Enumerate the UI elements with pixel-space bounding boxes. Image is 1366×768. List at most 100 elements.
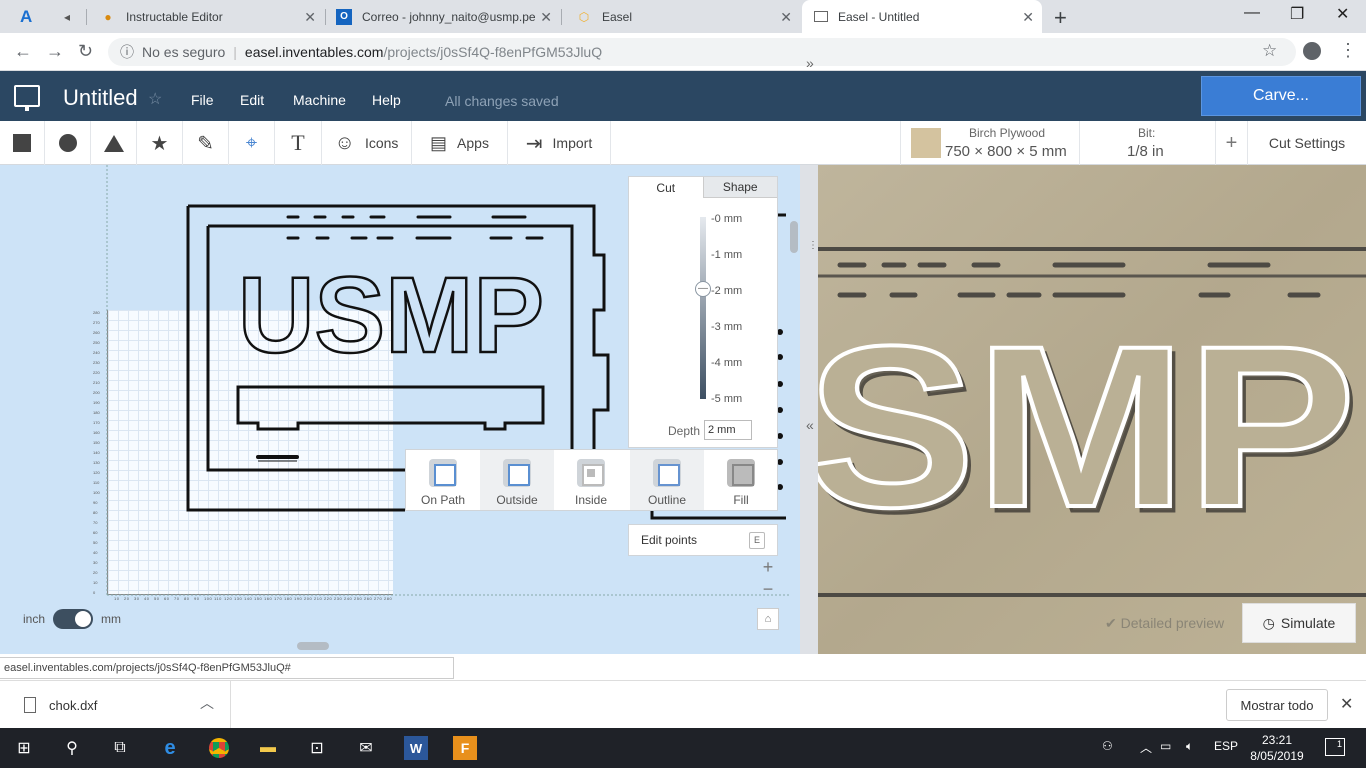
star-tool[interactable]: ★	[137, 121, 183, 165]
system-clock[interactable]: 23:21 8/05/2019	[1250, 732, 1304, 764]
panel-resize-handle-icon[interactable]: ⋮	[808, 240, 818, 251]
usmp-outline-text[interactable]: USMP	[237, 253, 546, 377]
tab-correo[interactable]: O Correo - johnny_naito@usmp.pe ✕	[324, 0, 560, 33]
close-icon[interactable]: ✕	[304, 9, 316, 26]
close-icon[interactable]: ✕	[1340, 694, 1353, 714]
download-item[interactable]: chok.dxf	[24, 697, 97, 713]
unit-toggle[interactable]: inch mm	[23, 609, 121, 629]
language-indicator[interactable]: ESP	[1214, 739, 1238, 753]
cut-inside-button[interactable]: Inside	[554, 450, 628, 510]
easel-logo-icon[interactable]	[14, 85, 40, 111]
clock-date: 8/05/2019	[1250, 749, 1304, 763]
triangle-tool[interactable]	[91, 121, 137, 165]
horizontal-scrollbar[interactable]	[297, 642, 329, 650]
depth-slider[interactable]	[700, 217, 706, 399]
tray-chevron-icon[interactable]: ︿	[1140, 739, 1152, 756]
forward-icon[interactable]: →	[46, 41, 64, 62]
info-icon[interactable]: ⓘ	[120, 42, 134, 62]
depth-slider-knob[interactable]: —	[695, 281, 711, 297]
bookmark-star-icon[interactable]: ☆	[1262, 41, 1277, 61]
menu-help[interactable]: Help	[372, 92, 401, 108]
app-header: Untitled ☆ File Edit Machine Help All ch…	[0, 71, 1366, 121]
tab-cut[interactable]: Cut	[629, 177, 703, 198]
omnibox[interactable]: ⓘ No es seguro | easel.inventables.com/p…	[108, 38, 1296, 66]
detailed-preview-toggle[interactable]: ✔ Detailed preview	[1105, 615, 1224, 632]
word-icon[interactable]: W	[404, 736, 428, 760]
show-all-button[interactable]: Mostrar todo	[1226, 689, 1328, 721]
material-selector[interactable]: Birch Plywood 750 × 800 × 5 mm	[900, 121, 1080, 165]
home-view-button[interactable]: ⌂	[757, 608, 779, 630]
tab-shape[interactable]: Shape	[702, 177, 777, 198]
icons-button[interactable]: ☺ Icons	[322, 121, 412, 165]
reload-icon[interactable]: ↻	[78, 41, 93, 62]
mail-icon[interactable]: ✉	[354, 736, 378, 760]
store-icon[interactable]: ⊡	[305, 736, 329, 760]
tab-audio[interactable]: ◂	[48, 0, 84, 33]
restore-icon[interactable]: ❐	[1290, 4, 1304, 24]
windows-start-icon[interactable]: ⊞	[12, 736, 36, 760]
tab-easel-untitled[interactable]: Easel - Untitled ✕	[802, 0, 1042, 33]
cut-on-path-button[interactable]: On Path	[406, 450, 480, 510]
task-view-icon[interactable]: ⧉	[108, 736, 132, 760]
depth-tick: -3 mm	[711, 321, 743, 333]
zoom-in-button[interactable]: +	[757, 557, 779, 579]
chrome-menu-icon[interactable]: ⋮	[1339, 40, 1357, 61]
search-icon[interactable]: ⚲	[60, 736, 84, 760]
cut-outline-button[interactable]: Outline	[630, 450, 704, 510]
collapse-right-icon[interactable]: »	[806, 55, 814, 71]
carve-preview[interactable]: SMP SMP	[818, 165, 1366, 654]
notification-icon[interactable]: 1	[1325, 738, 1345, 756]
fusion-icon[interactable]: F	[453, 736, 477, 760]
edge-icon[interactable]: e	[158, 736, 182, 760]
zoom-out-button[interactable]: −	[757, 579, 779, 601]
menu-machine[interactable]: Machine	[293, 92, 346, 108]
edit-points-button[interactable]: Edit points E	[628, 524, 778, 556]
material-swatch	[911, 128, 941, 158]
minimize-icon[interactable]: —	[1244, 4, 1260, 22]
close-icon[interactable]: ✕	[780, 9, 792, 26]
square-tool[interactable]	[0, 121, 45, 165]
close-icon[interactable]: ✕	[1022, 9, 1034, 26]
simulate-button[interactable]: ◷ Simulate	[1242, 603, 1356, 643]
circle-tool[interactable]	[45, 121, 91, 165]
add-bit-button[interactable]: +	[1216, 121, 1248, 165]
carve-button[interactable]: Carve...	[1201, 76, 1361, 116]
cut-fill-button[interactable]: Fill	[704, 450, 778, 510]
cut-settings-button[interactable]: Cut Settings	[1248, 121, 1366, 165]
new-tab-button[interactable]: +	[1054, 5, 1067, 31]
text-tool[interactable]: T	[275, 121, 322, 165]
unit-switch[interactable]	[53, 609, 94, 629]
collapse-left-icon[interactable]: «	[806, 417, 814, 433]
bit-selector[interactable]: Bit: 1/8 in	[1080, 121, 1216, 165]
chrome-icon[interactable]	[207, 736, 231, 760]
vertical-scrollbar[interactable]	[790, 221, 798, 253]
depth-input[interactable]: 2 mm	[704, 420, 752, 440]
profile-icon[interactable]	[1303, 42, 1321, 60]
project-title[interactable]: Untitled	[63, 85, 138, 111]
smiley-icon: ☺	[334, 131, 355, 154]
menu-edit[interactable]: Edit	[240, 92, 264, 108]
menu-file[interactable]: File	[191, 92, 214, 108]
tab-instructable-editor[interactable]: ● Instructable Editor ✕	[88, 0, 324, 33]
favorite-star-icon[interactable]: ☆	[148, 89, 162, 109]
cut-outside-button[interactable]: Outside	[480, 450, 554, 510]
import-button[interactable]: ⇥ Import	[508, 121, 611, 165]
target-tool[interactable]: ⌖	[229, 121, 275, 165]
material-dimensions: 750 × 800 × 5 mm	[945, 143, 1067, 160]
url-host: easel.inventables.com	[244, 44, 384, 60]
apps-brick-icon: ▤	[430, 132, 448, 153]
close-icon[interactable]: ✕	[540, 9, 552, 26]
apps-button[interactable]: ▤ Apps	[412, 121, 508, 165]
network-icon[interactable]: ▭	[1160, 739, 1171, 753]
people-icon[interactable]: ⚇	[1102, 739, 1113, 753]
preview-text: SMP	[818, 298, 1356, 555]
file-explorer-icon[interactable]: ▬	[256, 736, 280, 760]
pen-tool[interactable]: ✎	[183, 121, 229, 165]
tab-autodesk[interactable]: A	[8, 0, 40, 33]
back-icon[interactable]: ←	[14, 41, 32, 62]
chevron-up-icon[interactable]: ︿	[200, 693, 214, 713]
tab-easel[interactable]: ⬡ Easel ✕	[564, 0, 800, 33]
volume-icon[interactable]: 🔈︎	[1186, 739, 1193, 754]
unit-inch-label: inch	[23, 612, 46, 626]
window-close-icon[interactable]: ✕	[1336, 4, 1349, 24]
